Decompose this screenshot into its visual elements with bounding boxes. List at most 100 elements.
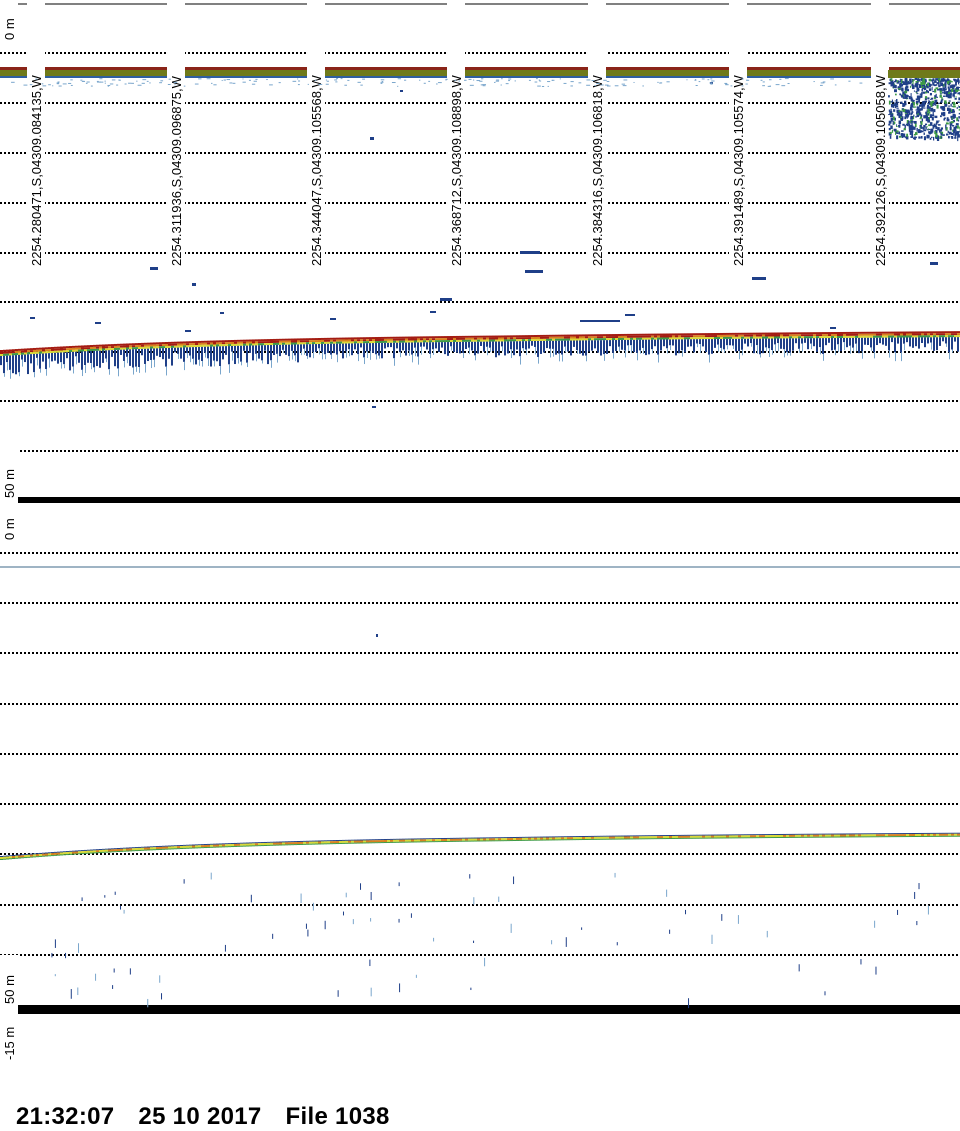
echo-cell: [450, 838, 453, 839]
echo-cell: [786, 834, 789, 835]
echo-cell: [234, 844, 237, 846]
scatter-echo: [860, 83, 863, 84]
echo-cell: [162, 342, 165, 344]
scatter-echo: [761, 80, 763, 81]
echo-cell: [780, 835, 783, 837]
echo-cell: [828, 338, 830, 343]
plume-echo: [898, 88, 901, 89]
echo-cell: [117, 851, 120, 852]
echo-cell: [945, 331, 948, 333]
echo-cell: [708, 835, 711, 836]
echo-cell: [861, 336, 864, 338]
echo-cell: [339, 338, 342, 340]
echo-cell: [945, 834, 948, 836]
echo-cell: [390, 339, 393, 341]
echo-cell: [10, 370, 11, 379]
plume-echo: [889, 110, 890, 112]
plume-echo: [913, 102, 915, 106]
echo-cell: [507, 335, 510, 337]
echo-cell: [171, 344, 174, 346]
echo-cell: [372, 337, 375, 339]
echo-cell: [222, 346, 224, 359]
plume-echo: [923, 92, 926, 94]
echo-cell: [435, 841, 438, 842]
echo-cell: [954, 836, 957, 837]
echo-cell: [615, 837, 618, 839]
scatter-echo: [114, 968, 115, 972]
echo-cell: [489, 336, 492, 338]
echo-cell: [651, 334, 654, 336]
echo-cell: [468, 342, 470, 348]
echo-cell: [208, 358, 209, 366]
plume-echo: [914, 121, 917, 124]
echo-cell: [672, 339, 674, 345]
echo-cell: [882, 334, 885, 336]
echo-cell: [600, 836, 603, 837]
plume-echo: [916, 98, 918, 100]
echo-cell: [345, 340, 348, 342]
echo-cell: [69, 352, 71, 370]
echo-cell: [831, 336, 834, 338]
echo-cell: [222, 843, 225, 844]
echo-cell: [195, 845, 198, 847]
echo-cell: [789, 835, 792, 837]
echo-cell: [828, 336, 831, 338]
echo-cell: [66, 348, 69, 350]
echo-cell: [435, 342, 437, 348]
echo-cell: [507, 840, 510, 841]
scatter-echo: [835, 84, 837, 85]
echo-cell: [720, 335, 723, 337]
echo-cell: [186, 341, 189, 343]
echo-cell: [645, 338, 648, 340]
scatter-echo: [416, 975, 417, 978]
echo-cell: [123, 344, 126, 346]
echo-cell: [648, 836, 651, 838]
echo-cell: [846, 336, 849, 338]
echo-cell: [837, 336, 840, 338]
echo-cell: [513, 339, 516, 341]
echo-cell: [180, 346, 183, 348]
echo-cell: [462, 838, 465, 839]
echo-cell: [231, 846, 234, 847]
echo-cell: [780, 338, 782, 348]
echo-cell: [42, 351, 45, 353]
echo-cell: [225, 344, 228, 346]
scatter-echo: [848, 81, 850, 82]
echo-cell: [855, 338, 857, 344]
echo-cell: [486, 340, 489, 342]
scatter-echo: [581, 927, 582, 929]
echo-cell: [228, 844, 231, 846]
plume-echo: [921, 89, 923, 92]
echo-cell: [111, 849, 114, 851]
scatter-echo: [65, 953, 66, 958]
echo-cell: [159, 846, 162, 847]
scatter-echo: [116, 85, 118, 86]
echo-cell: [652, 349, 653, 353]
echo-cell: [795, 837, 798, 838]
echo-cell: [330, 340, 333, 342]
echo-cell: [243, 846, 246, 847]
echo-cell: [276, 842, 279, 843]
echo-cell: [750, 339, 752, 343]
echo-cell: [495, 837, 498, 838]
plume-echo: [939, 85, 940, 87]
echo-cell: [792, 338, 794, 350]
plume-echo: [949, 100, 951, 101]
echo-cell: [621, 340, 623, 350]
scatter-echo: [70, 79, 72, 80]
echo-cell: [57, 852, 60, 853]
plume-echo: [940, 115, 942, 117]
echo-cell: [438, 841, 441, 842]
echo-cell: [483, 837, 486, 838]
scatter-echo: [160, 80, 163, 81]
echo-cell: [12, 349, 15, 351]
echo-cell: [94, 367, 95, 372]
echo-cell: [21, 351, 24, 353]
echo-cell: [552, 339, 555, 341]
plume-echo: [922, 85, 924, 86]
scatter-echo: [685, 910, 686, 914]
echo-cell: [528, 837, 531, 838]
echo-cell: [156, 849, 159, 850]
echo-cell: [852, 833, 855, 834]
echo-cell: [558, 836, 561, 837]
